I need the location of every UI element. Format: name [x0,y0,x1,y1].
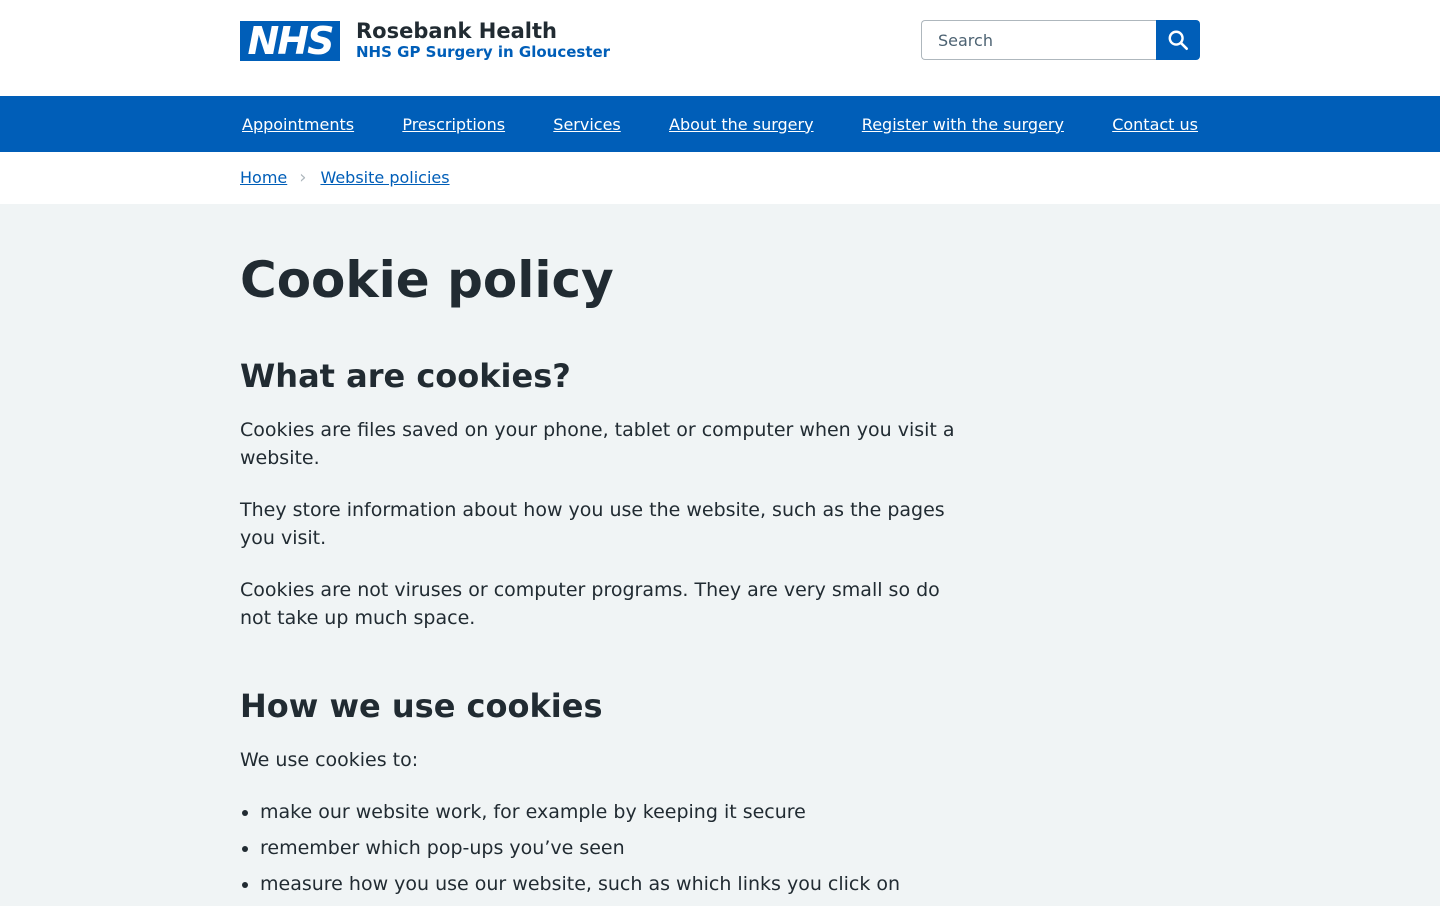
nav-link-about[interactable]: About the surgery [667,115,816,134]
nav-item: About the surgery [667,115,816,134]
section-heading-what-are-cookies: What are cookies? [240,357,571,395]
header-container: NHS Rosebank Health NHS GP Surgery in Gl… [240,20,1200,62]
nav-link-appointments[interactable]: Appointments [240,115,356,134]
paragraph: Cookies are files saved on your phone, t… [240,419,955,469]
nav-link-contact[interactable]: Contact us [1110,115,1200,134]
search-button[interactable] [1156,20,1200,60]
organisation-title: Rosebank Health [356,19,557,43]
search-form [921,20,1200,60]
nav-item: Prescriptions [400,115,507,134]
nav-link-services[interactable]: Services [551,115,622,134]
search-input[interactable] [921,20,1156,60]
page-title: Cookie policy [240,251,614,309]
nav-link-register[interactable]: Register with the surgery [860,115,1066,134]
bullet-list: make our website work, for example by ke… [240,798,960,898]
paragraph: Cookies are not viruses or computer prog… [240,579,940,629]
primary-navigation: Appointments Prescriptions Services Abou… [0,96,1440,152]
list-item: make our website work, for example by ke… [260,798,960,826]
breadcrumb-home-link[interactable]: Home [240,168,287,187]
organisation-subtitle: NHS GP Surgery in Gloucester [356,43,611,61]
paragraph: They store information about how you use… [240,499,945,549]
section-heading-how-we-use-cookies: How we use cookies [240,687,603,725]
paragraph: We use cookies to: [240,749,419,771]
home-logo-link[interactable]: NHS Rosebank Health NHS GP Surgery in Gl… [240,20,610,62]
search-icon [1168,30,1188,50]
nav-item: Contact us [1110,115,1200,134]
nav-item: Register with the surgery [860,115,1066,134]
nav-item: Appointments [240,115,356,134]
organisation-name: Rosebank Health NHS GP Surgery in Glouce… [356,20,610,62]
nav-list: Appointments Prescriptions Services Abou… [240,96,1200,152]
list-item: remember which pop-ups you’ve seen [260,834,960,862]
nav-item: Services [551,115,622,134]
breadcrumb-website-policies-link[interactable]: Website policies [320,168,449,187]
main-content: Cookie policy What are cookies? Cookies … [240,204,960,906]
list-item: measure how you use our website, such as… [260,870,960,898]
nhs-logo: NHS [240,21,340,61]
breadcrumb: Home › Website policies [240,168,450,187]
nav-link-prescriptions[interactable]: Prescriptions [400,115,507,134]
breadcrumb-bar: Home › Website policies [0,152,1440,204]
site-header: NHS Rosebank Health NHS GP Surgery in Gl… [0,0,1440,96]
chevron-right-icon: › [299,166,307,188]
